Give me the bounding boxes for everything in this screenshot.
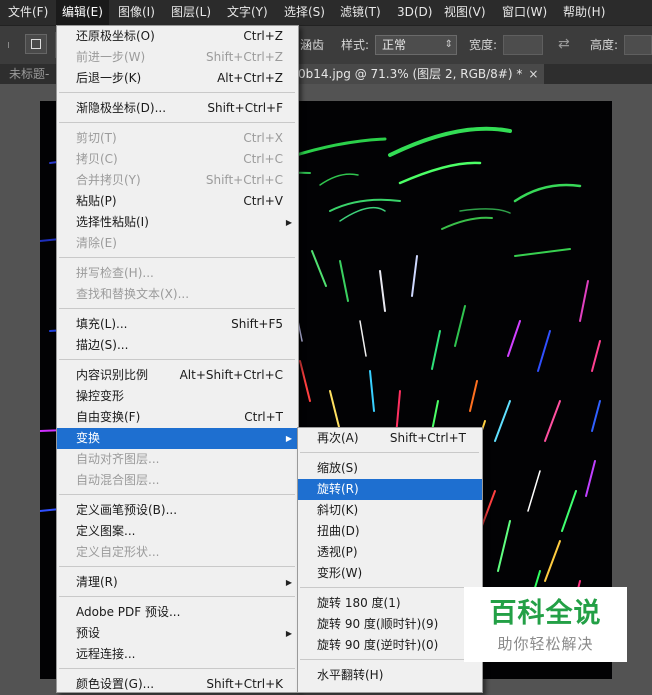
menu-item-clear[interactable]: 清除(E) bbox=[57, 233, 298, 254]
menu-item-skew[interactable]: 斜切(K) bbox=[298, 500, 482, 521]
menu-item-purge[interactable]: 清理(R) ▶ bbox=[57, 572, 298, 593]
menu-item-auto-blend-layers[interactable]: 自动混合图层... bbox=[57, 470, 298, 491]
width-label: 宽度: bbox=[469, 38, 498, 52]
menu-item-define-brush[interactable]: 定义画笔预设(B)... bbox=[57, 500, 298, 521]
menu-edit[interactable]: 编辑(E) bbox=[56, 0, 109, 25]
menu-divider bbox=[59, 308, 295, 309]
menu-item-pdf-presets[interactable]: Adobe PDF 预设... bbox=[57, 602, 298, 623]
menu-select[interactable]: 选择(S) bbox=[278, 0, 331, 25]
menu-item-rotate[interactable]: 旋转(R) bbox=[298, 479, 482, 500]
menu-type[interactable]: 文字(Y) bbox=[221, 0, 274, 25]
menu-item-paste[interactable]: 粘贴(P) Ctrl+V bbox=[57, 191, 298, 212]
menu-item-presets[interactable]: 预设 ▶ bbox=[57, 623, 298, 644]
menu-item-puppet-warp[interactable]: 操控变形 bbox=[57, 386, 298, 407]
menu-item-remote-connections[interactable]: 远程连接... bbox=[57, 644, 298, 665]
submenu-arrow-icon: ▶ bbox=[285, 629, 292, 638]
menu-image[interactable]: 图像(I) bbox=[112, 0, 161, 25]
close-icon[interactable]: × bbox=[528, 67, 538, 81]
menu-item-flip-horizontal[interactable]: 水平翻转(H) bbox=[298, 665, 482, 686]
menu-window[interactable]: 窗口(W) bbox=[496, 0, 553, 25]
menu-item-fill[interactable]: 填充(L)... Shift+F5 bbox=[57, 314, 298, 335]
menu-divider bbox=[59, 92, 295, 93]
watermark-logo: 百科全说 助你轻松解决 bbox=[464, 587, 627, 662]
menu-divider bbox=[59, 257, 295, 258]
width-input[interactable] bbox=[503, 35, 543, 55]
menu-item-warp[interactable]: 变形(W) bbox=[298, 563, 482, 584]
menu-divider bbox=[59, 122, 295, 123]
menu-item-define-pattern[interactable]: 定义图案... bbox=[57, 521, 298, 542]
menu-filter[interactable]: 滤镜(T) bbox=[334, 0, 387, 25]
menu-help[interactable]: 帮助(H) bbox=[557, 0, 611, 25]
menu-item-define-shape[interactable]: 定义自定形状... bbox=[57, 542, 298, 563]
menu-item-rotate-90-ccw[interactable]: 旋转 90 度(逆时针)(0) bbox=[298, 635, 482, 656]
menu-item-transform[interactable]: 变换 ▶ bbox=[57, 428, 298, 449]
menu-item-content-aware-scale[interactable]: 内容识别比例 Alt+Shift+Ctrl+C bbox=[57, 365, 298, 386]
height-input[interactable] bbox=[624, 35, 652, 55]
menu-divider bbox=[59, 596, 295, 597]
tab-title: 0b14.jpg @ 71.3% (图层 2, RGB/8#) * bbox=[298, 67, 523, 81]
menu-item-scale[interactable]: 缩放(S) bbox=[298, 458, 482, 479]
menu-divider bbox=[59, 566, 295, 567]
watermark-title: 百科全说 bbox=[489, 598, 602, 629]
menu-item-step-backward[interactable]: 后退一步(K) Alt+Ctrl+Z bbox=[57, 68, 298, 89]
menu-item-free-transform[interactable]: 自由变换(F) Ctrl+T bbox=[57, 407, 298, 428]
rect-marquee-icon bbox=[31, 39, 41, 49]
menu-item-copy-merged[interactable]: 合并拷贝(Y) Shift+Ctrl+C bbox=[57, 170, 298, 191]
menu-divider bbox=[300, 659, 479, 660]
height-label: 高度: bbox=[590, 38, 619, 52]
tool-preset-picker[interactable] bbox=[25, 34, 47, 54]
menu-layer[interactable]: 图层(L) bbox=[165, 0, 217, 25]
menu-item-stroke[interactable]: 描边(S)... bbox=[57, 335, 298, 356]
menu-bar: 文件(F) 编辑(E) 图像(I) 图层(L) 文字(Y) 选择(S) 滤镜(T… bbox=[0, 0, 652, 25]
watermark-subtitle: 助你轻松解决 bbox=[497, 635, 594, 653]
menu-view[interactable]: 视图(V) bbox=[438, 0, 492, 25]
menu-item-spell-check[interactable]: 拼写检查(H)... bbox=[57, 263, 298, 284]
menu-item-paste-special[interactable]: 选择性粘贴(I) ▶ bbox=[57, 212, 298, 233]
style-label: 样式: bbox=[341, 38, 370, 52]
menu-divider bbox=[59, 494, 295, 495]
submenu-arrow-icon: ▶ bbox=[285, 218, 292, 227]
style-value: 正常 bbox=[382, 38, 407, 52]
menu-item-copy[interactable]: 拷贝(C) Ctrl+C bbox=[57, 149, 298, 170]
menu-item-step-forward[interactable]: 前进一步(W) Shift+Ctrl+Z bbox=[57, 47, 298, 68]
menu-divider bbox=[300, 452, 479, 453]
edit-menu: 还原极坐标(O) Ctrl+Z 前进一步(W) Shift+Ctrl+Z 后退一步(… bbox=[56, 25, 299, 693]
transform-submenu: 再次(A) Shift+Ctrl+T 缩放(S) 旋转(R) 斜切(K) 扭曲(D… bbox=[297, 427, 483, 693]
menu-item-find-replace[interactable]: 查找和替换文本(X)... bbox=[57, 284, 298, 305]
menu-divider bbox=[59, 359, 295, 360]
menu-item-perspective[interactable]: 透视(P) bbox=[298, 542, 482, 563]
menu-item-color-settings[interactable]: 颜色设置(G)... Shift+Ctrl+K bbox=[57, 674, 298, 695]
menu-item-distort[interactable]: 扭曲(D) bbox=[298, 521, 482, 542]
menu-item-again[interactable]: 再次(A) Shift+Ctrl+T bbox=[298, 428, 482, 449]
submenu-arrow-icon: ▶ bbox=[285, 434, 292, 443]
swap-icon[interactable]: ⇄ bbox=[558, 35, 570, 53]
panel-grip[interactable] bbox=[8, 42, 16, 48]
menu-3d[interactable]: 3D(D) bbox=[391, 0, 438, 25]
menu-item-rotate-90-cw[interactable]: 旋转 90 度(顺时针)(9) bbox=[298, 614, 482, 635]
tab-untitled[interactable]: 未标题- bbox=[3, 64, 55, 84]
updown-arrow-icon: ⇕ bbox=[444, 39, 453, 50]
tab-active-document[interactable]: 0b14.jpg @ 71.3% (图层 2, RGB/8#) * × bbox=[292, 64, 545, 84]
menu-divider bbox=[300, 587, 479, 588]
menu-item-rotate-180[interactable]: 旋转 180 度(1) bbox=[298, 593, 482, 614]
menu-item-auto-align-layers[interactable]: 自动对齐图层... bbox=[57, 449, 298, 470]
submenu-arrow-icon: ▶ bbox=[285, 578, 292, 587]
menu-divider bbox=[59, 668, 295, 669]
menu-item-undo[interactable]: 还原极坐标(O) Ctrl+Z bbox=[57, 26, 298, 47]
menu-file[interactable]: 文件(F) bbox=[2, 0, 54, 25]
style-select[interactable]: 正常 ⇕ bbox=[375, 35, 457, 55]
menu-item-fade[interactable]: 渐隐极坐标(D)... Shift+Ctrl+F bbox=[57, 98, 298, 119]
menu-item-cut[interactable]: 剪切(T) Ctrl+X bbox=[57, 128, 298, 149]
anti-alias-label: 涵齿 bbox=[300, 38, 325, 52]
